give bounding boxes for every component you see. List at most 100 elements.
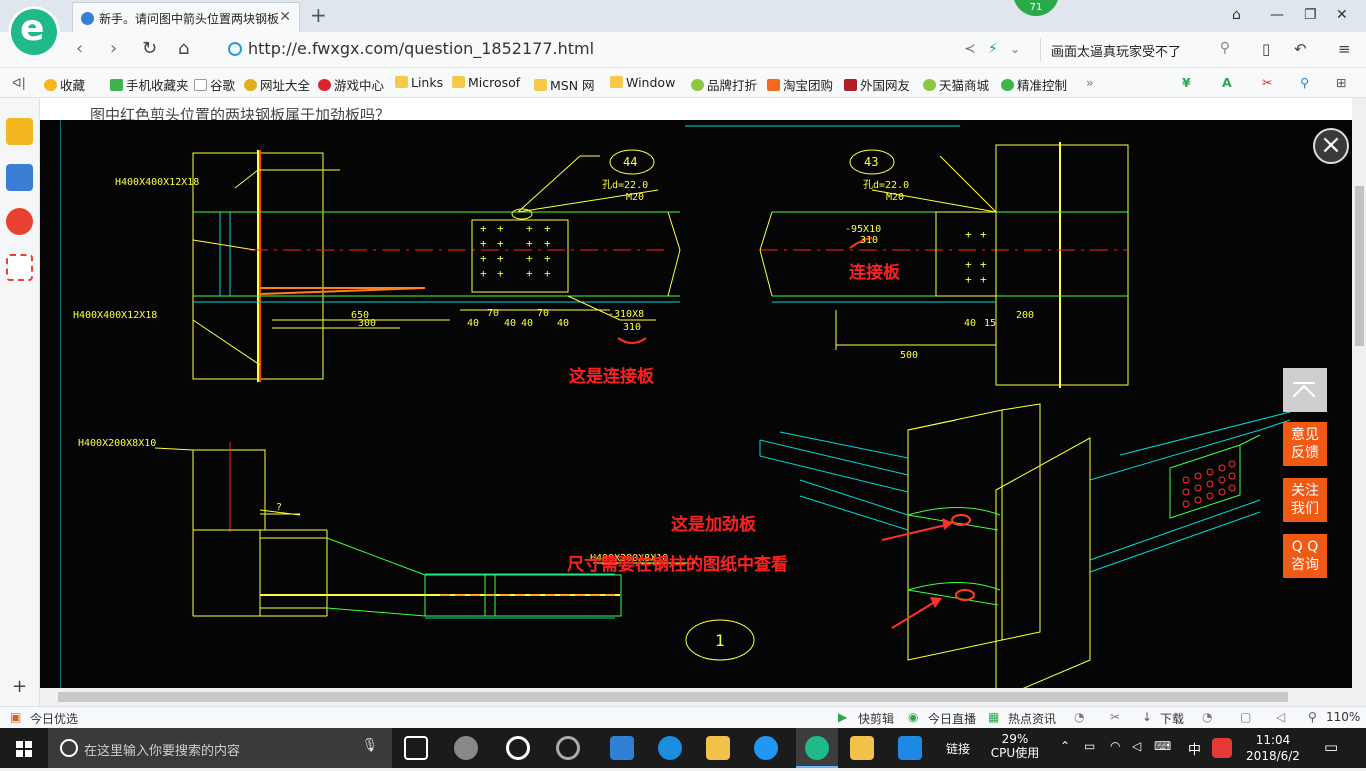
- speed-icon[interactable]: ◔: [1074, 710, 1084, 724]
- zoom-icon: ⚲: [1308, 710, 1317, 724]
- window-icon[interactable]: ▢: [1240, 710, 1251, 724]
- add-icon[interactable]: +: [12, 676, 27, 697]
- bookmark-item[interactable]: MSN 网: [534, 75, 595, 94]
- ime-indicator[interactable]: 中: [1188, 739, 1201, 758]
- svg-text:+: +: [965, 228, 972, 241]
- list-icon[interactable]: [6, 164, 33, 191]
- status-link[interactable]: 快剪辑: [858, 710, 894, 727]
- close-window-button[interactable]: ✕: [1336, 7, 1348, 23]
- notes-icon[interactable]: [850, 736, 874, 760]
- ie-browser-icon[interactable]: [506, 736, 530, 760]
- bookmark-item[interactable]: 谷歌: [194, 75, 235, 94]
- back-to-top-button[interactable]: [1283, 368, 1327, 412]
- tools-icon[interactable]: ✂: [1262, 75, 1272, 90]
- minimize-button[interactable]: —: [1270, 7, 1284, 23]
- sogou-icon[interactable]: [1212, 738, 1232, 758]
- lightning-icon[interactable]: ⚡: [988, 41, 998, 57]
- qq-consult-button[interactable]: Q Q 咨询: [1283, 534, 1327, 578]
- tool-icon[interactable]: ✂: [1110, 710, 1120, 724]
- notification-icon[interactable]: ▭: [1324, 738, 1338, 756]
- close-viewer-button[interactable]: ×: [1313, 128, 1349, 164]
- plus-app-icon[interactable]: [898, 736, 922, 760]
- bookmarks-bar: ᐊ| 收藏 手机收藏夹 谷歌 网址大全 游戏中心 Links Microsof …: [0, 68, 1366, 98]
- cad-label: 40: [467, 318, 479, 329]
- share-icon[interactable]: ≺: [964, 41, 976, 57]
- phone-icon: [110, 79, 123, 91]
- follow-us-button[interactable]: 关注 我们: [1283, 478, 1327, 522]
- search-tool-icon[interactable]: ⚲: [1300, 75, 1309, 90]
- mail-icon[interactable]: [6, 254, 33, 281]
- new-tab-button[interactable]: +: [310, 3, 327, 27]
- cad-label: 310: [860, 235, 878, 246]
- bookmark-item[interactable]: Microsof: [452, 75, 520, 90]
- links-toolbar[interactable]: 链接: [946, 740, 970, 757]
- maximize-button[interactable]: ❐: [1304, 7, 1317, 23]
- cpu-usage[interactable]: 29% CPU使用: [990, 732, 1040, 760]
- bookmark-item[interactable]: 天猫商城: [923, 75, 989, 94]
- vertical-scrollbar[interactable]: [1352, 98, 1366, 688]
- bookmark-item[interactable]: Links: [395, 75, 443, 90]
- today-picks-link[interactable]: 今日优选: [30, 710, 78, 727]
- skin-icon[interactable]: ⌂: [1232, 7, 1241, 23]
- status-link[interactable]: 热点资讯: [1008, 710, 1056, 727]
- tab-close-icon[interactable]: ✕: [279, 9, 291, 25]
- sidebar-toggle-icon[interactable]: ᐊ|: [12, 75, 26, 90]
- bookmark-item[interactable]: 游戏中心: [318, 75, 384, 94]
- horizontal-scrollbar[interactable]: [40, 688, 1352, 706]
- more-bookmarks-icon[interactable]: »: [1086, 75, 1094, 90]
- undo-icon[interactable]: ↶: [1294, 40, 1307, 58]
- zoom-level[interactable]: 110%: [1326, 710, 1360, 724]
- bookmark-item[interactable]: 收藏: [44, 75, 85, 94]
- folder-icon: [610, 76, 623, 88]
- menu-icon[interactable]: ≡: [1338, 40, 1351, 58]
- wifi-icon[interactable]: ◠: [1110, 739, 1120, 753]
- chevron-down-icon[interactable]: ⌄: [1010, 42, 1020, 56]
- back-icon[interactable]: ‹: [76, 38, 83, 59]
- browser-logo-icon[interactable]: [8, 6, 60, 58]
- translate-icon[interactable]: A: [1222, 75, 1232, 90]
- bookmark-item[interactable]: 手机收藏夹: [110, 75, 189, 94]
- mute-icon[interactable]: ◁: [1276, 710, 1285, 724]
- url-input[interactable]: http://e.fwxgx.com/question_1852177.html: [226, 39, 966, 61]
- refresh-icon[interactable]: ↻: [142, 38, 157, 59]
- tab-active[interactable]: 新手。请问图中箭头位置两块钢板 ✕: [72, 2, 300, 32]
- edge-icon[interactable]: [610, 736, 634, 760]
- bookmark-item[interactable]: 精准控制: [1001, 75, 1067, 94]
- keyboard-icon[interactable]: ⌨: [1154, 739, 1171, 753]
- download-link[interactable]: 下载: [1160, 710, 1184, 727]
- search-icon[interactable]: ⚲: [1220, 40, 1230, 56]
- task-view-icon[interactable]: [404, 736, 428, 760]
- taskbar-search-input[interactable]: 在这里输入你要搜索的内容 🎙: [48, 728, 392, 768]
- forward-icon[interactable]: ›: [110, 38, 117, 59]
- battery-icon[interactable]: ▭: [1084, 739, 1095, 753]
- currency-icon[interactable]: ¥: [1182, 75, 1191, 90]
- bookmark-item[interactable]: Window: [610, 75, 675, 90]
- search-input[interactable]: 画面太逼真玩家受不了 ⚲: [1040, 38, 1236, 62]
- apps-icon[interactable]: ⊞: [1336, 75, 1346, 90]
- status-link[interactable]: 今日直播: [928, 710, 976, 727]
- feedback-button[interactable]: 意见 反馈: [1283, 422, 1327, 466]
- app-g-icon[interactable]: [754, 736, 778, 760]
- notification-badge[interactable]: 71: [1013, 0, 1059, 16]
- home-icon[interactable]: ⌂: [178, 38, 189, 59]
- bookmark-item[interactable]: 淘宝团购: [767, 75, 833, 94]
- start-button[interactable]: [0, 728, 48, 768]
- clock[interactable]: 11:04 2018/6/2: [1240, 732, 1306, 764]
- history-icon[interactable]: ◔: [1202, 710, 1212, 724]
- horizontal-scroll-thumb[interactable]: [58, 692, 1288, 702]
- fan-app-icon[interactable]: [454, 736, 478, 760]
- phone-icon[interactable]: ▯: [1262, 40, 1270, 58]
- internet-explorer-icon[interactable]: [658, 736, 682, 760]
- vertical-scroll-thumb[interactable]: [1355, 186, 1364, 346]
- active-browser-task[interactable]: [796, 728, 838, 768]
- volume-icon[interactable]: ◁: [1132, 739, 1141, 753]
- file-explorer-icon[interactable]: [706, 736, 730, 760]
- chevron-up-icon[interactable]: ⌃: [1060, 739, 1070, 753]
- app-icon[interactable]: [556, 736, 580, 760]
- bookmark-item[interactable]: 网址大全: [244, 75, 310, 94]
- weibo-icon[interactable]: [6, 208, 33, 235]
- favorites-star-icon[interactable]: [6, 118, 33, 145]
- bookmark-item[interactable]: 品牌打折: [691, 75, 757, 94]
- bookmark-item[interactable]: 外国网友: [844, 75, 910, 94]
- microphone-icon[interactable]: 🎙: [361, 738, 378, 753]
